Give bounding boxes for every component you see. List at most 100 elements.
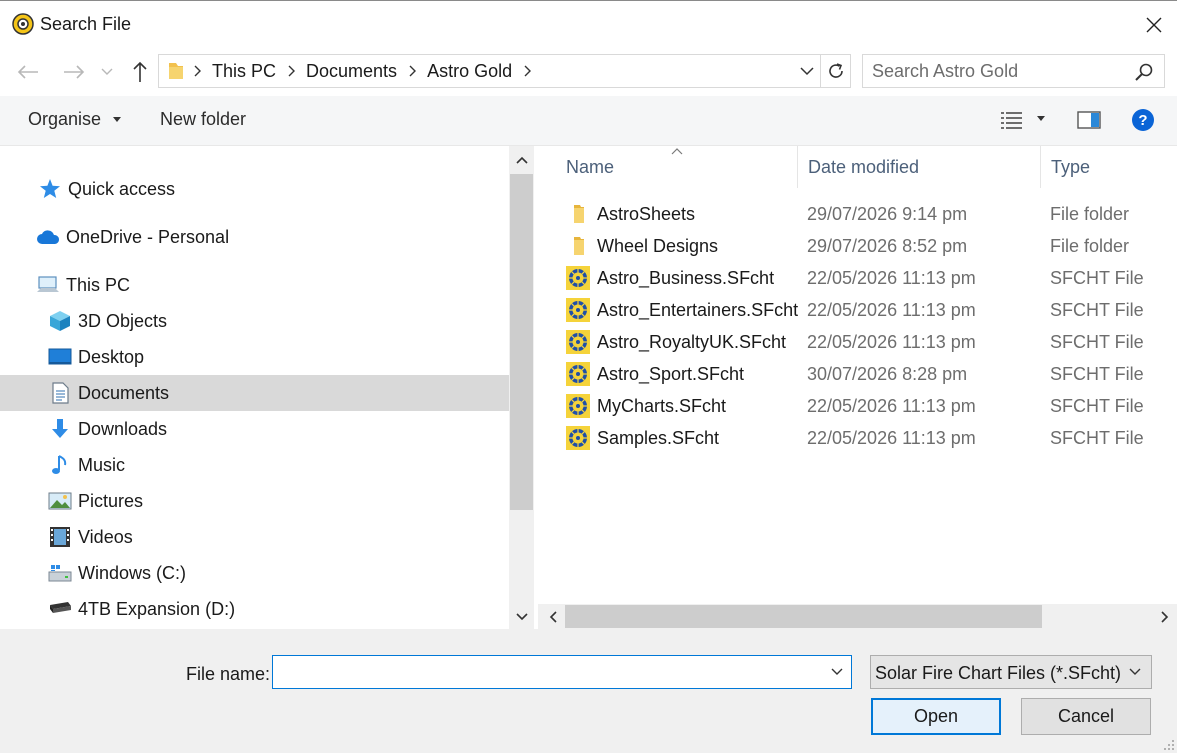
forward-button[interactable] [60,58,88,86]
open-button[interactable]: Open [871,698,1001,735]
scroll-down-button[interactable] [509,605,534,629]
cloud-icon [36,225,60,249]
scroll-right-button[interactable] [1152,604,1177,629]
file-row[interactable]: MyCharts.SFcht 22/05/2026 11:13 pm SFCHT F… [538,390,1177,422]
file-row[interactable]: AstroSheets 29/07/2026 9:14 pm File folder [538,198,1177,230]
navigation-pane: Quick access OneDrive - Personal This PC… [0,146,509,629]
organise-label: Organise [28,109,102,129]
navigation-pane-scrollbar[interactable] [509,146,534,629]
nav-item-this-pc[interactable]: This PC [0,267,509,303]
scroll-up-button[interactable] [509,148,534,172]
scrollbar-thumb[interactable] [510,174,533,510]
file-row[interactable]: Wheel Designs 29/07/2026 8:52 pm File fold… [538,230,1177,262]
file-row[interactable]: Astro_Business.SFcht 22/05/2026 11:13 pm S… [538,262,1177,294]
caret-down-icon [113,117,122,123]
nav-item-music[interactable]: Music [0,447,509,483]
file-date-modified: 22/05/2026 11:13 pm [807,268,976,288]
chevron-up-icon [515,156,528,164]
refresh-button[interactable] [820,55,850,87]
address-dropdown-button[interactable] [794,55,820,87]
file-name: AstroSheets [597,204,696,224]
chevron-down-icon [515,613,528,621]
chevron-right-icon[interactable] [285,55,297,87]
nav-item-documents[interactable]: Documents [0,375,509,411]
folder-icon [566,202,590,226]
file-type: SFCHT File [1050,268,1144,288]
file-type: SFCHT File [1050,428,1144,448]
back-arrow-icon [17,65,38,79]
scrollbar-thumb[interactable] [565,605,1042,628]
nav-item-pictures[interactable]: Pictures [0,483,509,519]
file-row[interactable]: Astro_Sport.SFcht 30/07/2026 8:28 pm SFCHT… [538,358,1177,390]
chevron-right-icon[interactable] [521,55,533,87]
file-row[interactable]: Astro_RoyaltyUK.SFcht 22/05/2026 11:13 pm… [538,326,1177,358]
computer-icon [36,273,60,297]
file-list-horizontal-scrollbar[interactable] [538,604,1177,629]
breadcrumb-this-pc[interactable]: This PC [203,61,285,82]
file-date-modified: 22/05/2026 11:13 pm [807,300,976,320]
file-type: SFCHT File [1050,364,1144,384]
column-header-name[interactable]: Name [556,146,798,188]
file-name-dropdown-button[interactable] [823,656,851,688]
nav-item-4tb-expansion-d[interactable]: 4TB Expansion (D:) [0,591,509,627]
download-arrow-icon [48,417,72,441]
up-button[interactable] [126,58,154,86]
file-date-modified: 29/07/2026 8:52 pm [807,236,968,256]
scroll-left-button[interactable] [540,604,565,629]
nav-item-windows-c[interactable]: Windows (C:) [0,555,509,591]
search-input[interactable] [872,59,1122,83]
drive-icon [48,561,72,585]
new-folder-button[interactable]: New folder [160,109,246,130]
file-date-modified: 29/07/2026 9:14 pm [807,204,968,224]
resize-grip-icon[interactable] [1163,739,1175,751]
view-options-caret-icon[interactable] [1036,116,1046,122]
film-icon [48,525,72,549]
file-name-combo[interactable] [272,655,852,689]
view-details-icon[interactable] [1000,110,1024,130]
back-button[interactable] [14,58,42,86]
file-name: Samples.SFcht [597,428,720,448]
file-name: Astro_Business.SFcht [597,268,775,288]
address-bar[interactable]: This PC Documents Astro Gold [158,54,851,88]
app-logo-icon [12,13,34,35]
chevron-right-icon[interactable] [406,55,418,87]
organise-button[interactable]: Organise [28,109,122,130]
refresh-icon [828,63,843,78]
nav-item-downloads[interactable]: Downloads [0,411,509,447]
file-date-modified: 22/05/2026 11:13 pm [807,396,976,416]
help-icon[interactable]: ? [1131,108,1155,132]
svg-text:?: ? [1138,112,1147,129]
file-type-filter-select[interactable]: Solar Fire Chart Files (*.SFcht) [870,655,1152,689]
file-row[interactable]: Samples.SFcht 22/05/2026 11:13 pm SFCHT Fi… [538,422,1177,454]
chevron-down-icon [101,68,113,75]
column-header-type[interactable]: Type [1041,146,1177,188]
file-name-input[interactable] [279,660,819,684]
nav-item-videos[interactable]: Videos [0,519,509,555]
chart-file-icon [566,394,590,418]
breadcrumb-astro-gold[interactable]: Astro Gold [418,61,521,82]
file-date-modified: 22/05/2026 11:13 pm [807,428,976,448]
file-type: SFCHT File [1050,396,1144,416]
cancel-button[interactable]: Cancel [1021,698,1151,735]
preview-pane-icon[interactable] [1077,110,1101,130]
breadcrumb-documents[interactable]: Documents [297,61,406,82]
star-icon [38,177,62,201]
close-button[interactable] [1131,1,1177,48]
chart-file-icon [566,362,590,386]
nav-item-quick-access[interactable]: Quick access [0,171,509,207]
chart-file-icon [566,298,590,322]
search-box[interactable] [862,54,1165,88]
column-header-date-modified[interactable]: Date modified [798,146,1041,188]
chevron-right-icon[interactable] [191,55,203,87]
cube-icon [48,309,72,333]
file-row[interactable]: Astro_Entertainers.SFcht 22/05/2026 11:13… [538,294,1177,326]
nav-item-desktop[interactable]: Desktop [0,339,509,375]
chart-file-icon [566,330,590,354]
nav-item-onedrive[interactable]: OneDrive - Personal [0,219,509,255]
file-type: File folder [1050,204,1130,224]
nav-item-3d-objects[interactable]: 3D Objects [0,303,509,339]
recent-locations-button[interactable] [96,58,118,86]
file-name: Wheel Designs [597,236,719,256]
file-date-modified: 22/05/2026 11:13 pm [807,332,976,352]
search-icon[interactable] [1134,62,1154,82]
